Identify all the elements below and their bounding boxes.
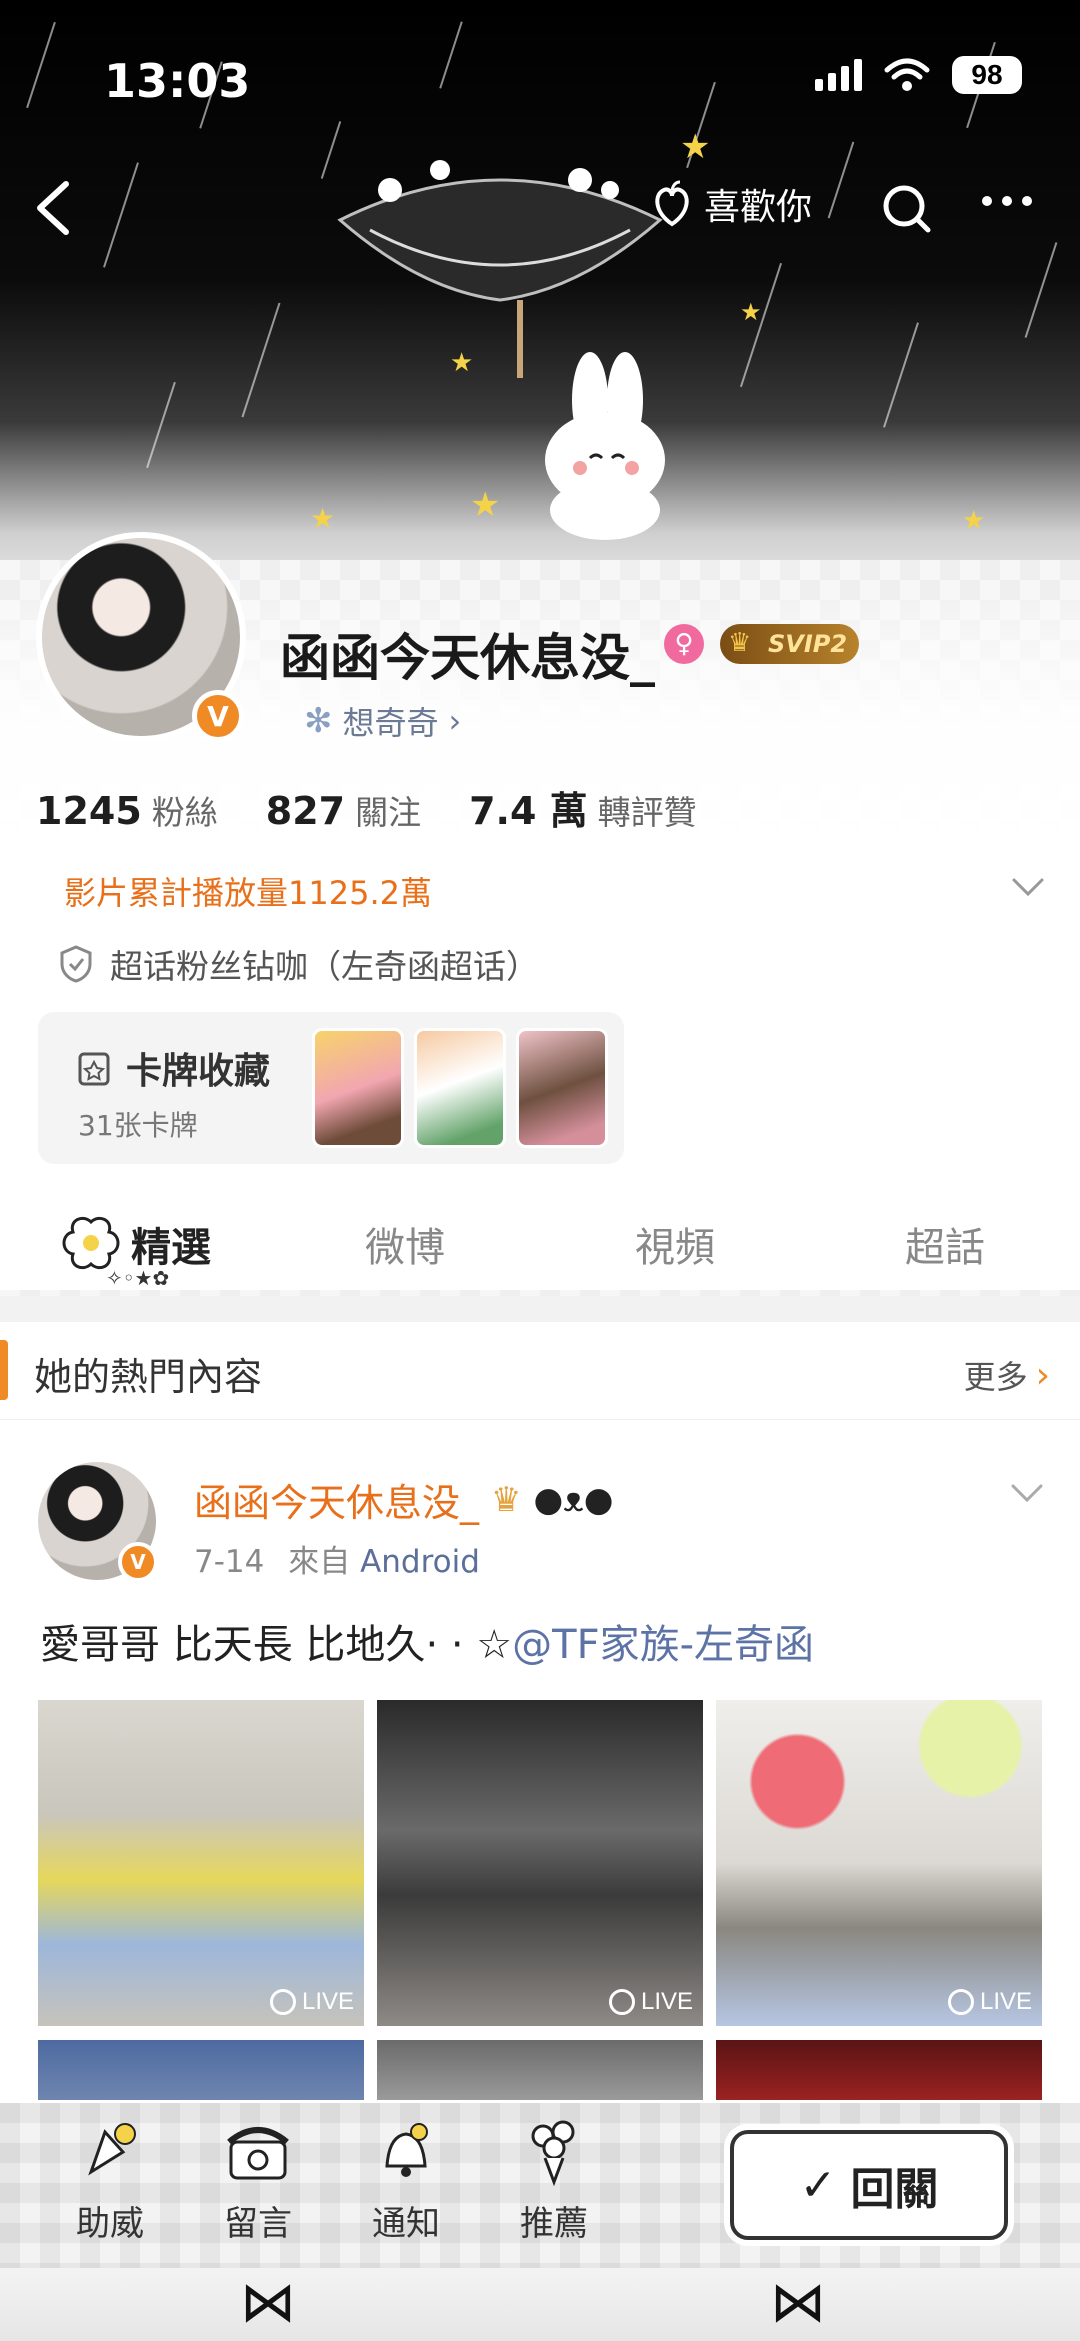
- card-collection-label: 卡牌收藏: [126, 1051, 271, 1092]
- chevron-down-icon[interactable]: [1010, 875, 1046, 899]
- post-photo[interactable]: [38, 2040, 364, 2100]
- card-icon: [78, 1052, 110, 1086]
- wifi-icon: [884, 58, 930, 91]
- recommend-label: 推薦: [520, 2204, 588, 2244]
- more-options-icon[interactable]: [982, 196, 1032, 206]
- card-collection[interactable]: 卡牌收藏 31张卡牌: [38, 1012, 624, 1164]
- post-photo[interactable]: [716, 2040, 1042, 2100]
- crown-icon: ♛: [491, 1479, 522, 1520]
- following-label[interactable]: 關注: [355, 786, 421, 834]
- search-icon[interactable]: [880, 182, 932, 234]
- fan-group-link[interactable]: ✻ 想奇奇 ›: [304, 698, 461, 744]
- post-source-prefix: 來自: [288, 1544, 351, 1580]
- tab-featured-label: 精選: [131, 1225, 211, 1271]
- crown-icon: ♛: [728, 628, 752, 658]
- shield-icon: [60, 945, 92, 983]
- chevron-right-icon: ›: [1035, 1354, 1050, 1396]
- follow-back-button[interactable]: ✓ 回關: [730, 2130, 1008, 2240]
- followers-label[interactable]: 粉絲: [152, 786, 218, 834]
- status-icons: 98: [815, 56, 1022, 94]
- checkmark-icon: ✓: [799, 2159, 837, 2211]
- live-badge: LIVE: [608, 1988, 693, 2016]
- post-mention-link[interactable]: @TF家族-左奇函: [512, 1622, 814, 1668]
- live-icon: [269, 1989, 296, 2015]
- notify-label: 通知: [372, 2204, 440, 2244]
- verified-badge-icon: V: [192, 690, 244, 742]
- chevron-down-icon[interactable]: [1010, 1482, 1044, 1504]
- post-author[interactable]: 函函今天休息没_ ♛ ●ᴥ●: [194, 1472, 613, 1527]
- battery-icon: 98: [952, 56, 1022, 94]
- section-accent-bar: [0, 1340, 8, 1400]
- chevron-right-icon: ›: [448, 702, 462, 740]
- tab-supertopic[interactable]: 超話: [810, 1196, 1080, 1292]
- panda-icon: ●ᴥ●: [533, 1479, 614, 1520]
- live-badge: LIVE: [269, 1988, 354, 2016]
- post-photo[interactable]: LIVE: [716, 1700, 1042, 2026]
- live-badge: LIVE: [947, 1988, 1032, 2016]
- superfan-badge[interactable]: 超话粉丝钻咖（左奇函超话）: [58, 940, 539, 988]
- cellular-signal-icon: [815, 59, 862, 91]
- engagement-label[interactable]: 轉評贊: [598, 786, 697, 834]
- post-photo[interactable]: LIVE: [377, 1700, 703, 2026]
- status-time: 13:03: [104, 54, 251, 108]
- post-meta: 7-14 來自 Android: [194, 1536, 480, 1581]
- svip-label: SVIP2: [768, 630, 848, 658]
- video-play-count: 影片累計播放量1125.2萬: [64, 874, 432, 912]
- followers-count[interactable]: 1245: [36, 789, 142, 833]
- card-count: 31张卡牌: [78, 1109, 198, 1142]
- telephone-icon: [227, 2127, 289, 2180]
- notify-button[interactable]: 通知: [346, 2112, 466, 2245]
- post-date: 7-14: [194, 1544, 265, 1580]
- verified-badge-icon: V: [118, 1542, 158, 1582]
- superfan-label: 超话粉丝钻咖（左奇函超话）: [110, 947, 539, 986]
- bow-icon: ⋈: [240, 2270, 296, 2335]
- svip-badge[interactable]: ♛ SVIP2: [720, 624, 860, 664]
- profile-username: 函函今天休息没_: [280, 629, 655, 687]
- recommend-button[interactable]: 推薦: [494, 2112, 614, 2245]
- post-avatar[interactable]: V: [38, 1462, 158, 1582]
- bell-icon: [385, 2123, 428, 2177]
- snowflake-icon: ✻: [304, 701, 333, 741]
- like-label: 喜歡你: [704, 187, 813, 228]
- message-label: 留言: [224, 2204, 292, 2244]
- fan-group-label: 想奇奇: [342, 704, 439, 742]
- cheer-button[interactable]: 助威: [50, 2112, 170, 2245]
- live-icon: [608, 1989, 635, 2015]
- engagement-count[interactable]: 7.4 萬: [469, 780, 588, 835]
- bouquet-icon: [531, 2120, 575, 2187]
- message-button[interactable]: 留言: [198, 2112, 318, 2245]
- cheer-label: 助威: [76, 2204, 144, 2244]
- post-text: 愛哥哥 比天長 比地久· · ☆@TF家族-左奇函: [40, 1612, 814, 1670]
- card-collection-title: 卡牌收藏: [76, 1042, 270, 1094]
- cheer-icon: [88, 2123, 136, 2176]
- hot-content-header: 她的熱門內容 更多 ›: [0, 1336, 1080, 1420]
- live-icon: [947, 1989, 974, 2015]
- following-count[interactable]: 827: [266, 789, 345, 833]
- back-arrow-icon[interactable]: [28, 178, 80, 238]
- post-photo[interactable]: [377, 2040, 703, 2100]
- female-gender-icon: ♀: [664, 624, 704, 664]
- like-button[interactable]: 喜歡你: [650, 178, 812, 230]
- card-thumbnail: [312, 1028, 404, 1148]
- sparkle-decoration-icon: ✧◦★✿: [106, 1266, 170, 1290]
- follow-back-label: 回關: [850, 2164, 939, 2215]
- profile-stats: 1245 粉絲 827 關注 7.4 萬 轉評贊: [36, 780, 745, 835]
- more-button[interactable]: 更多 ›: [964, 1352, 1050, 1398]
- peach-heart-icon: [655, 180, 689, 227]
- post-photo[interactable]: LIVE: [38, 1700, 364, 2026]
- tab-weibo[interactable]: 微博: [270, 1196, 540, 1292]
- post-source[interactable]: Android: [360, 1544, 480, 1580]
- post-symbols: · · ☆: [425, 1622, 513, 1668]
- more-label: 更多: [963, 1358, 1028, 1396]
- lace-border-decoration: [0, 2268, 1080, 2341]
- hot-content-title: 她的熱門內容: [34, 1355, 263, 1399]
- bunny-illustration: [545, 352, 665, 540]
- tab-videos[interactable]: 視頻: [540, 1196, 810, 1292]
- post-author-name: 函函今天休息没_: [194, 1481, 480, 1525]
- card-thumbnail: [516, 1028, 608, 1148]
- post-body: 愛哥哥 比天長 比地久: [40, 1622, 426, 1668]
- card-thumbnail: [414, 1028, 506, 1148]
- bow-icon: ⋈: [770, 2270, 826, 2335]
- section-divider: [0, 1296, 1080, 1322]
